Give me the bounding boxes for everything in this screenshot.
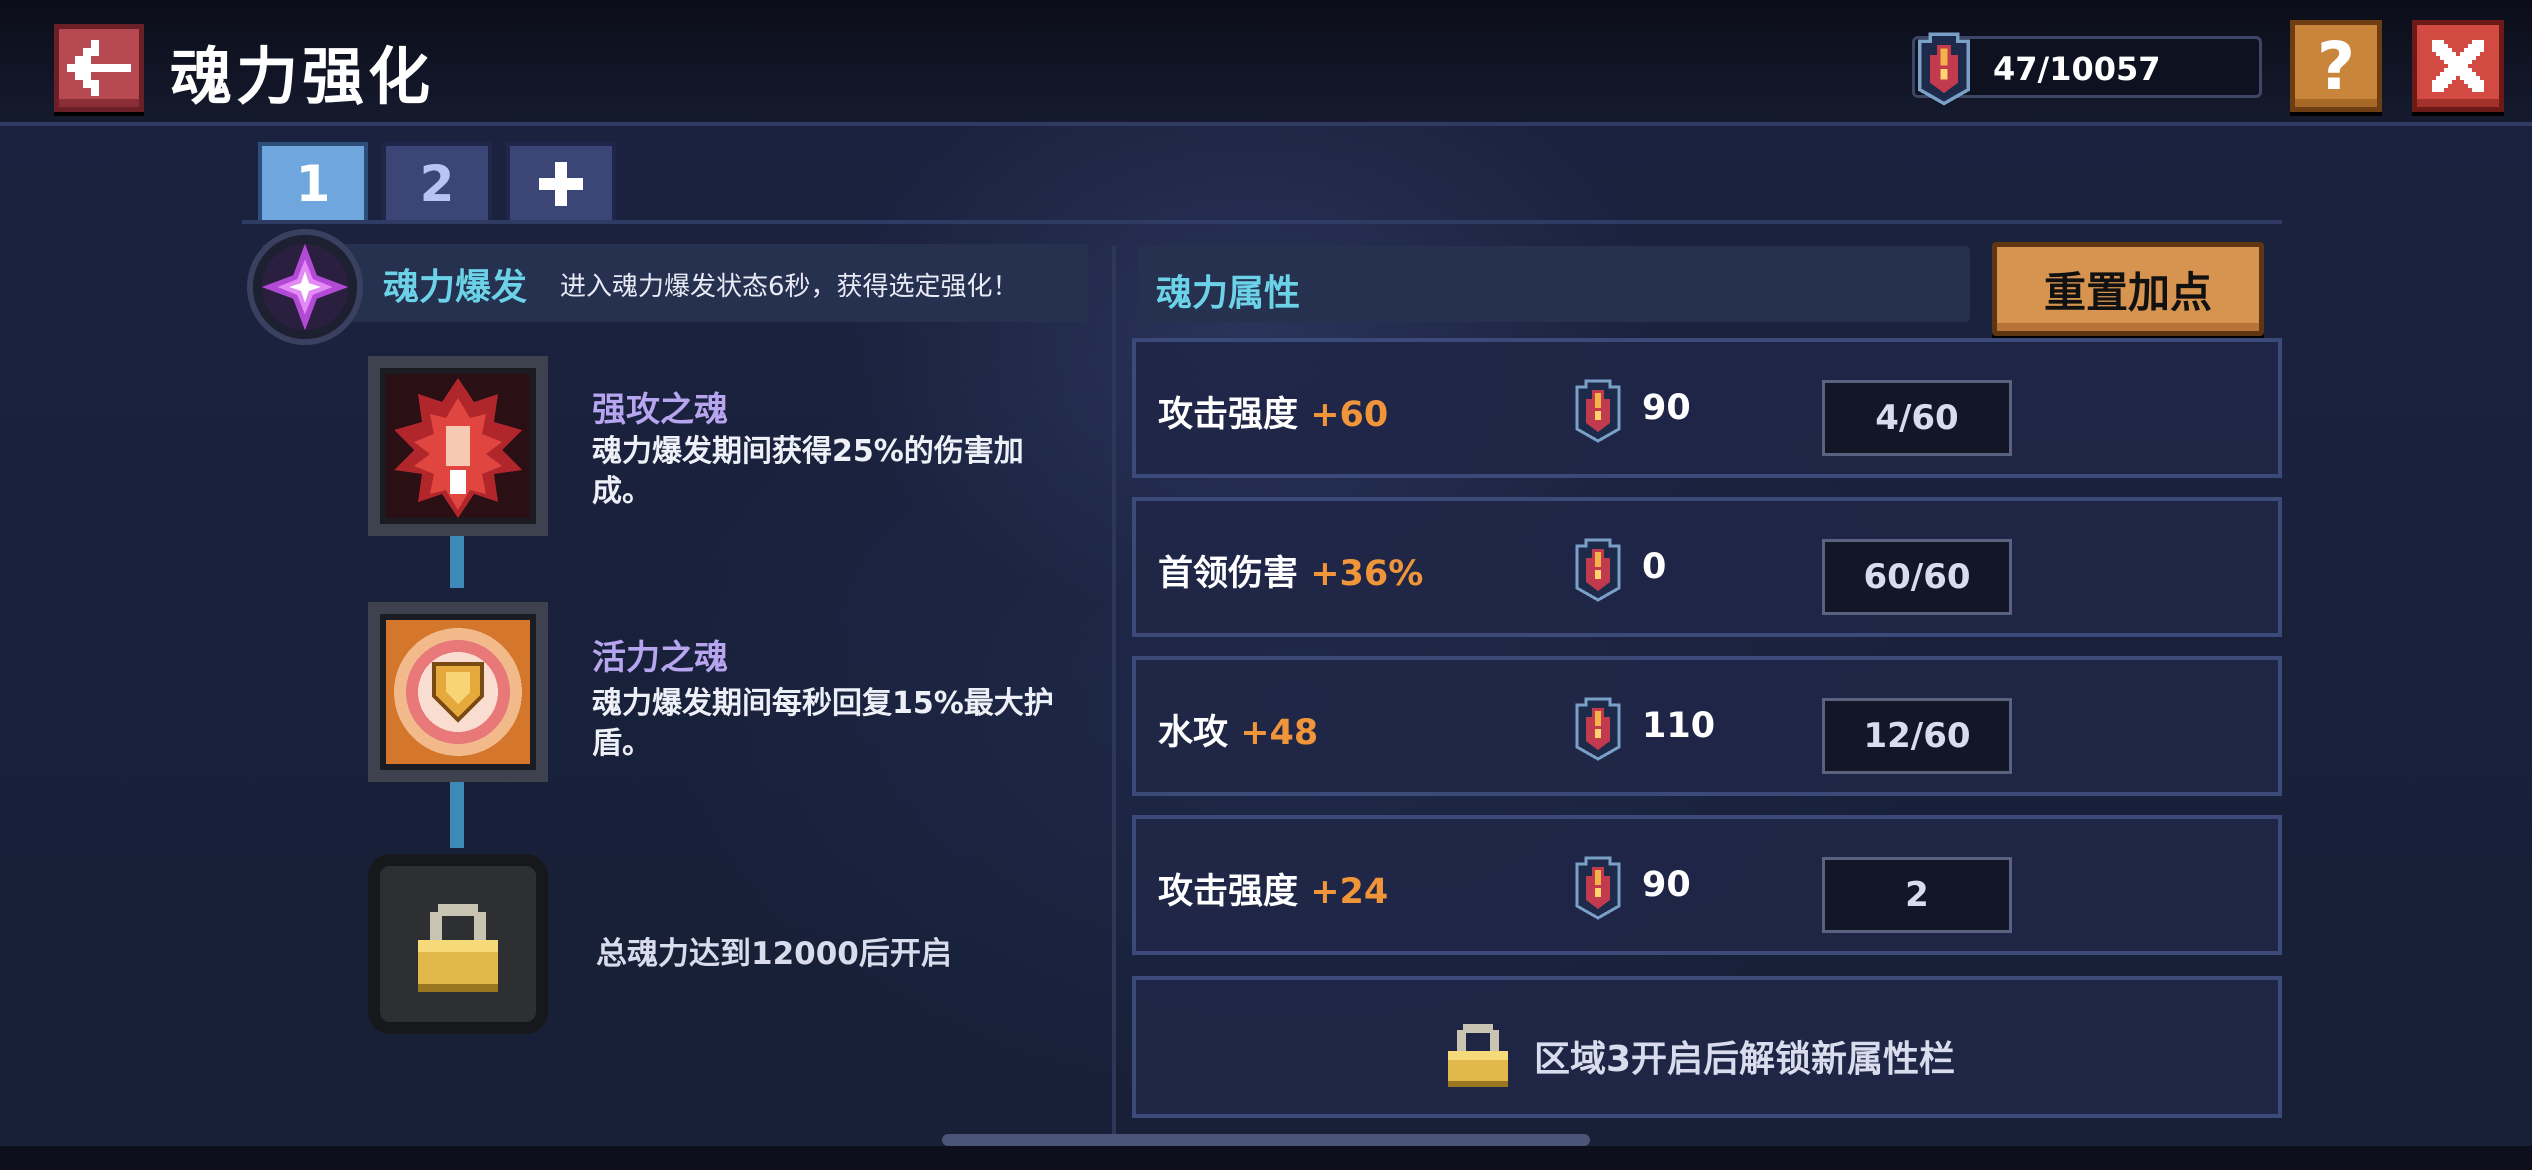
arrow-left-icon bbox=[67, 40, 131, 96]
skill-description: 魂力爆发期间获得25%的伤害加成。 bbox=[592, 434, 1024, 509]
attribute-label: 攻击强度 +24 bbox=[1158, 872, 1389, 912]
soul-gem-icon bbox=[1575, 379, 1621, 443]
skill-connector bbox=[450, 536, 464, 588]
soul-gem-icon bbox=[1575, 538, 1621, 602]
attribute-row[interactable]: 水攻 +48 110 12/60 bbox=[1132, 656, 2282, 796]
page-title: 魂力强化 bbox=[170, 40, 435, 113]
attribute-cost: 0 bbox=[1642, 547, 1667, 587]
lock-icon bbox=[1448, 1024, 1508, 1087]
soul-currency-value: 47/10057 bbox=[1993, 50, 2161, 88]
locked-skill-text: 总魂力达到12000后开启 bbox=[596, 936, 952, 972]
soul-attributes-title: 魂力属性 bbox=[1156, 273, 1301, 314]
locked-attribute-text: 区域3开启后解锁新属性栏 bbox=[1534, 1039, 1956, 1080]
lock-icon bbox=[368, 854, 548, 1034]
attribute-label: 水攻 +48 bbox=[1158, 713, 1319, 753]
soul-gem-icon bbox=[1575, 856, 1621, 920]
attribute-bonus: +36% bbox=[1310, 554, 1424, 594]
attribute-level: 12/60 bbox=[1822, 698, 2012, 774]
vitality-soul-icon bbox=[368, 602, 548, 782]
back-button[interactable] bbox=[54, 24, 144, 112]
question-icon: ? bbox=[2316, 27, 2356, 105]
bottom-bar bbox=[0, 1146, 2532, 1170]
vitality-soul-slot[interactable] bbox=[366, 600, 550, 784]
attribute-cost: 110 bbox=[1642, 706, 1716, 746]
attribute-bonus: +60 bbox=[1310, 395, 1389, 435]
top-bar: 魂力强化 47/10057 ? bbox=[0, 0, 2532, 126]
attribute-row[interactable]: 攻击强度 +24 90 2 bbox=[1132, 815, 2282, 955]
panel-divider bbox=[1112, 246, 1116, 1136]
tab-2[interactable]: 2 bbox=[382, 142, 492, 222]
soul-burst-icon bbox=[246, 228, 364, 346]
close-icon bbox=[2432, 40, 2484, 92]
attribute-cost: 90 bbox=[1642, 388, 1691, 428]
attribute-level: 4/60 bbox=[1822, 380, 2012, 456]
tab-underline bbox=[242, 220, 2282, 224]
attribute-bonus: +24 bbox=[1310, 872, 1389, 912]
attribute-row[interactable]: 攻击强度 +60 90 4/60 bbox=[1132, 338, 2282, 478]
attribute-level: 60/60 bbox=[1822, 539, 2012, 615]
attribute-cost: 90 bbox=[1642, 865, 1691, 905]
reset-points-button[interactable]: 重置加点 bbox=[1992, 242, 2264, 336]
scroll-handle[interactable] bbox=[942, 1134, 1590, 1146]
attribute-row[interactable]: 首领伤害 +36% 0 60/60 bbox=[1132, 497, 2282, 637]
attribute-label: 攻击强度 +60 bbox=[1158, 395, 1389, 435]
plus-icon bbox=[539, 162, 583, 206]
soul-currency-display: 47/10057 bbox=[1912, 32, 2262, 106]
skill-description: 魂力爆发期间每秒回复15%最大护盾。 bbox=[592, 686, 1054, 761]
soul-burst-description: 进入魂力爆发状态6秒，获得选定强化！ bbox=[560, 272, 1019, 302]
attribute-level: 2 bbox=[1822, 857, 2012, 933]
strike-soul-slot[interactable] bbox=[366, 354, 550, 538]
skill-name: 活力之魂 bbox=[592, 638, 728, 678]
locked-skill-slot bbox=[366, 852, 550, 1036]
skill-connector bbox=[450, 782, 464, 848]
add-tab-button[interactable] bbox=[506, 142, 616, 222]
strike-soul-icon bbox=[368, 356, 548, 536]
soul-gem-icon bbox=[1575, 697, 1621, 761]
soul-burst-title: 魂力爆发 bbox=[383, 267, 528, 308]
help-button[interactable]: ? bbox=[2290, 20, 2382, 112]
soul-gem-icon bbox=[1918, 32, 1970, 106]
attribute-label: 首领伤害 +36% bbox=[1158, 554, 1424, 594]
locked-attribute-row: 区域3开启后解锁新属性栏 bbox=[1132, 976, 2282, 1118]
attribute-bonus: +48 bbox=[1240, 713, 1319, 753]
skill-name: 强攻之魂 bbox=[592, 390, 728, 430]
close-button[interactable] bbox=[2412, 20, 2504, 112]
tab-1[interactable]: 1 bbox=[258, 142, 368, 222]
